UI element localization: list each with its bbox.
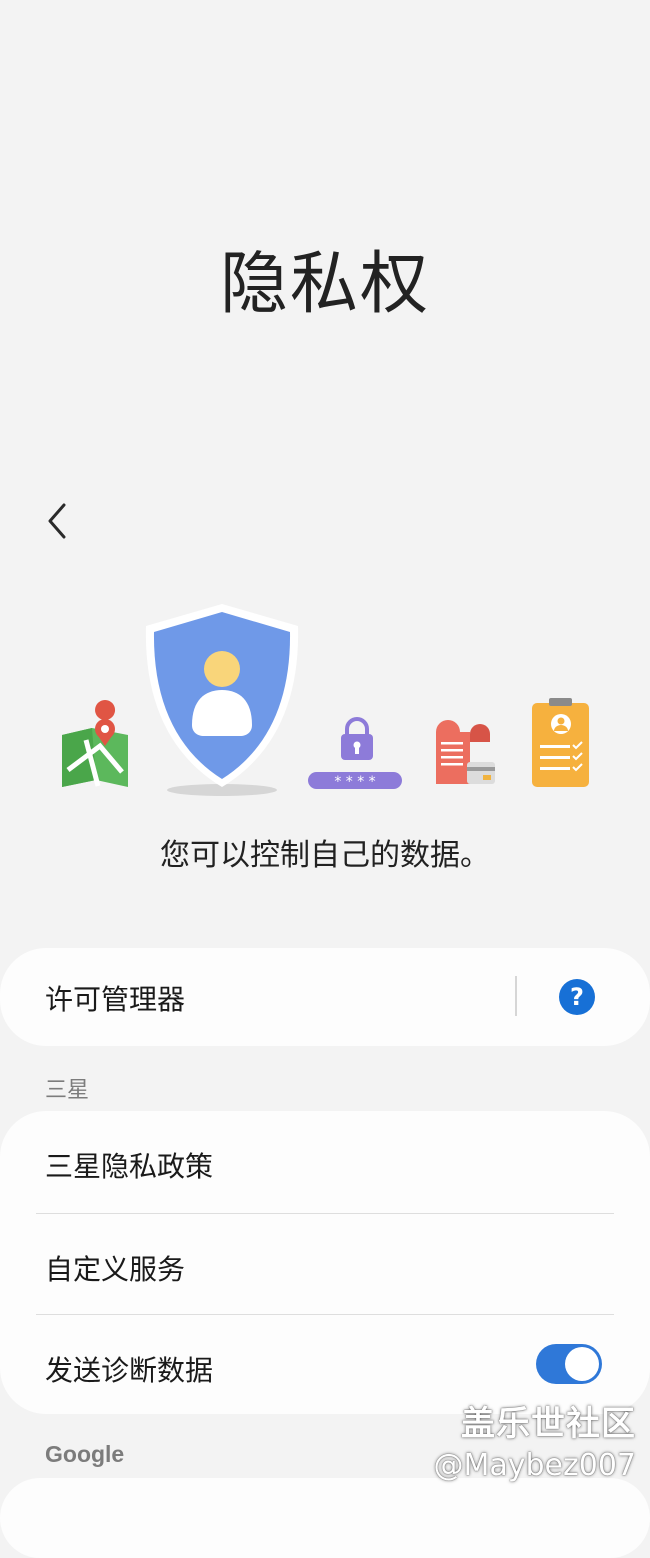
back-button[interactable] <box>32 496 82 546</box>
question-mark-icon[interactable]: ? <box>559 979 595 1015</box>
permission-manager-card[interactable]: 许可管理器 <box>0 948 650 1046</box>
tagline: 您可以控制自己的数据。 <box>160 838 490 873</box>
watermark-community: 盖乐世社区 <box>461 1404 636 1444</box>
receipt-card-icon <box>436 720 495 784</box>
send-diagnostic-data-label: 发送诊断数据 <box>45 1354 214 1387</box>
watermark-user: @Maybez007 <box>433 1448 636 1483</box>
privacy-illustration: * * * * <box>62 604 589 796</box>
customization-service-item[interactable]: 自定义服务 <box>0 1214 650 1315</box>
chevron-left-icon <box>48 503 66 539</box>
google-card[interactable] <box>0 1478 650 1558</box>
clipboard-icon <box>532 698 589 787</box>
samsung-privacy-policy-label: 三星隐私政策 <box>45 1150 214 1183</box>
vertical-divider <box>515 976 517 1016</box>
section-header-samsung: 三星 <box>45 1078 90 1103</box>
permission-manager-label: 许可管理器 <box>45 983 186 1016</box>
toggle-knob <box>565 1347 599 1381</box>
diagnostic-data-toggle[interactable] <box>536 1344 602 1384</box>
customization-service-label: 自定义服务 <box>45 1253 186 1286</box>
password-mask-text: * * * * <box>334 774 375 790</box>
map-icon <box>62 700 128 787</box>
shield-user-icon <box>145 604 299 796</box>
page-title: 隐私权 <box>219 245 430 324</box>
samsung-privacy-policy-item[interactable]: 三星隐私政策 <box>0 1111 650 1212</box>
lock-password-icon: * * * * <box>308 717 402 790</box>
section-header-google: Google <box>45 1441 125 1467</box>
